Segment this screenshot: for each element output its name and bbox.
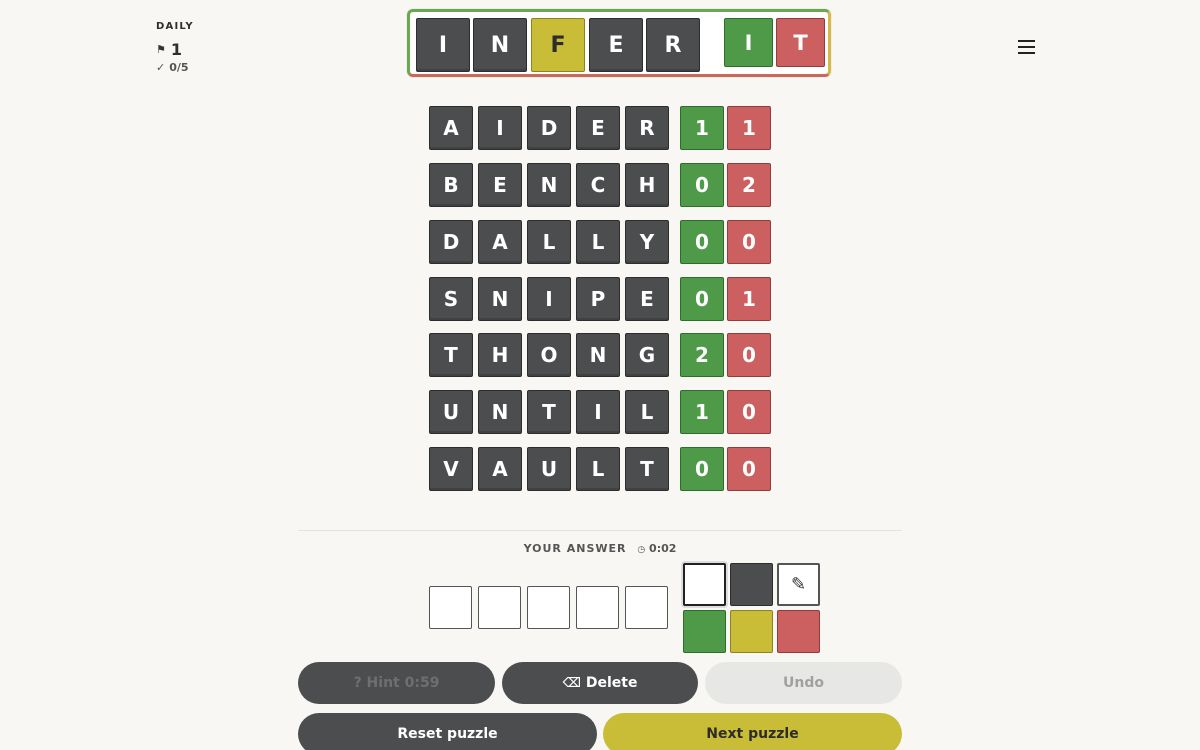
target-letter[interactable]: E: [589, 18, 643, 72]
guess-letter: N: [478, 390, 522, 434]
eraser-icon: ✎: [790, 574, 807, 595]
guess-letter: N: [527, 163, 571, 207]
hamburger-menu-icon[interactable]: [1018, 40, 1035, 54]
palette-dark-swatch[interactable]: [730, 563, 773, 606]
red-count: 1: [727, 106, 771, 150]
clock-icon: ◷: [637, 545, 646, 555]
guess-letter: C: [576, 163, 620, 207]
palette-green-swatch[interactable]: [683, 610, 726, 653]
guess-letter: H: [625, 163, 669, 207]
guess-letter: E: [625, 277, 669, 321]
guess-letter: D: [527, 106, 571, 150]
guess-letter: N: [576, 333, 620, 377]
timer: ◷ 0:02: [637, 542, 676, 555]
target-clue-red: T: [776, 18, 825, 67]
green-count: 0: [680, 220, 724, 264]
answer-input-box[interactable]: [576, 586, 619, 629]
green-count: 0: [680, 277, 724, 321]
game-page: DAILY ⚑ 1 ✓ 0/5 I N F E R I T A I D E R …: [0, 0, 1200, 750]
palette-white-swatch[interactable]: [683, 563, 726, 606]
undo-button[interactable]: Undo: [705, 662, 902, 704]
green-count: 1: [680, 390, 724, 434]
score-value: 0/5: [169, 61, 189, 74]
guess-letter: G: [625, 333, 669, 377]
flag-icon: ⚑: [156, 43, 166, 56]
hint-button[interactable]: ? Hint 0:59: [298, 662, 495, 704]
section-divider: [298, 530, 902, 531]
green-count: 0: [680, 447, 724, 491]
delete-label: Delete: [585, 675, 638, 691]
red-count: 0: [727, 333, 771, 377]
guess-letter: E: [478, 163, 522, 207]
score-row: ✓ 0/5: [156, 61, 194, 74]
target-letter[interactable]: N: [473, 18, 527, 72]
guess-letter: O: [527, 333, 571, 377]
timer-value: 0:02: [649, 542, 677, 555]
guess-letter: V: [429, 447, 473, 491]
red-count: 1: [727, 277, 771, 321]
target-clue-green: I: [724, 18, 773, 67]
puzzle-meta: DAILY ⚑ 1 ✓ 0/5: [156, 21, 194, 74]
guess-letter: Y: [625, 220, 669, 264]
red-count: 2: [727, 163, 771, 207]
red-count: 0: [727, 390, 771, 434]
guess-letter: I: [478, 106, 522, 150]
check-icon: ✓: [156, 61, 166, 74]
guess-letter: A: [478, 447, 522, 491]
guess-letter: T: [625, 447, 669, 491]
backspace-icon: ⌫: [562, 675, 581, 691]
green-count: 0: [680, 163, 724, 207]
guess-letter: D: [429, 220, 473, 264]
guess-letter: I: [527, 277, 571, 321]
guess-letter: L: [625, 390, 669, 434]
guess-letter: L: [576, 220, 620, 264]
guess-letter: L: [576, 447, 620, 491]
red-count: 0: [727, 220, 771, 264]
guess-letter: P: [576, 277, 620, 321]
green-count: 1: [680, 106, 724, 150]
red-count: 0: [727, 447, 771, 491]
green-count: 2: [680, 333, 724, 377]
guess-letter: T: [429, 333, 473, 377]
guess-letter: A: [478, 220, 522, 264]
delete-button[interactable]: ⌫ Delete: [502, 662, 698, 704]
guess-letter: I: [576, 390, 620, 434]
target-word-panel: I N F E R I T: [407, 9, 831, 77]
guess-letter: U: [527, 447, 571, 491]
guess-letter: B: [429, 163, 473, 207]
guess-letter: A: [429, 106, 473, 150]
answer-header: YOUR ANSWER ◷ 0:02: [0, 542, 1200, 555]
palette-yellow-swatch[interactable]: [730, 610, 773, 653]
guess-letter: T: [527, 390, 571, 434]
puzzle-number-row: ⚑ 1: [156, 40, 194, 59]
guess-letter: H: [478, 333, 522, 377]
guess-letter: R: [625, 106, 669, 150]
answer-input-box[interactable]: [478, 586, 521, 629]
puzzle-number: 1: [170, 40, 183, 59]
answer-label: YOUR ANSWER: [523, 542, 627, 555]
target-letter[interactable]: R: [646, 18, 700, 72]
answer-input-box[interactable]: [429, 586, 472, 629]
guess-letter: U: [429, 390, 473, 434]
guess-letter: N: [478, 277, 522, 321]
mode-label: DAILY: [156, 21, 194, 32]
answer-input-box[interactable]: [625, 586, 668, 629]
target-letter[interactable]: F: [531, 18, 585, 72]
target-letter[interactable]: I: [416, 18, 470, 72]
guess-letter: S: [429, 277, 473, 321]
next-puzzle-button[interactable]: Next puzzle: [603, 713, 902, 750]
palette-eraser-button[interactable]: ✎: [777, 563, 820, 606]
guess-letter: L: [527, 220, 571, 264]
answer-input-box[interactable]: [527, 586, 570, 629]
reset-puzzle-button[interactable]: Reset puzzle: [298, 713, 597, 750]
palette-red-swatch[interactable]: [777, 610, 820, 653]
guess-letter: E: [576, 106, 620, 150]
